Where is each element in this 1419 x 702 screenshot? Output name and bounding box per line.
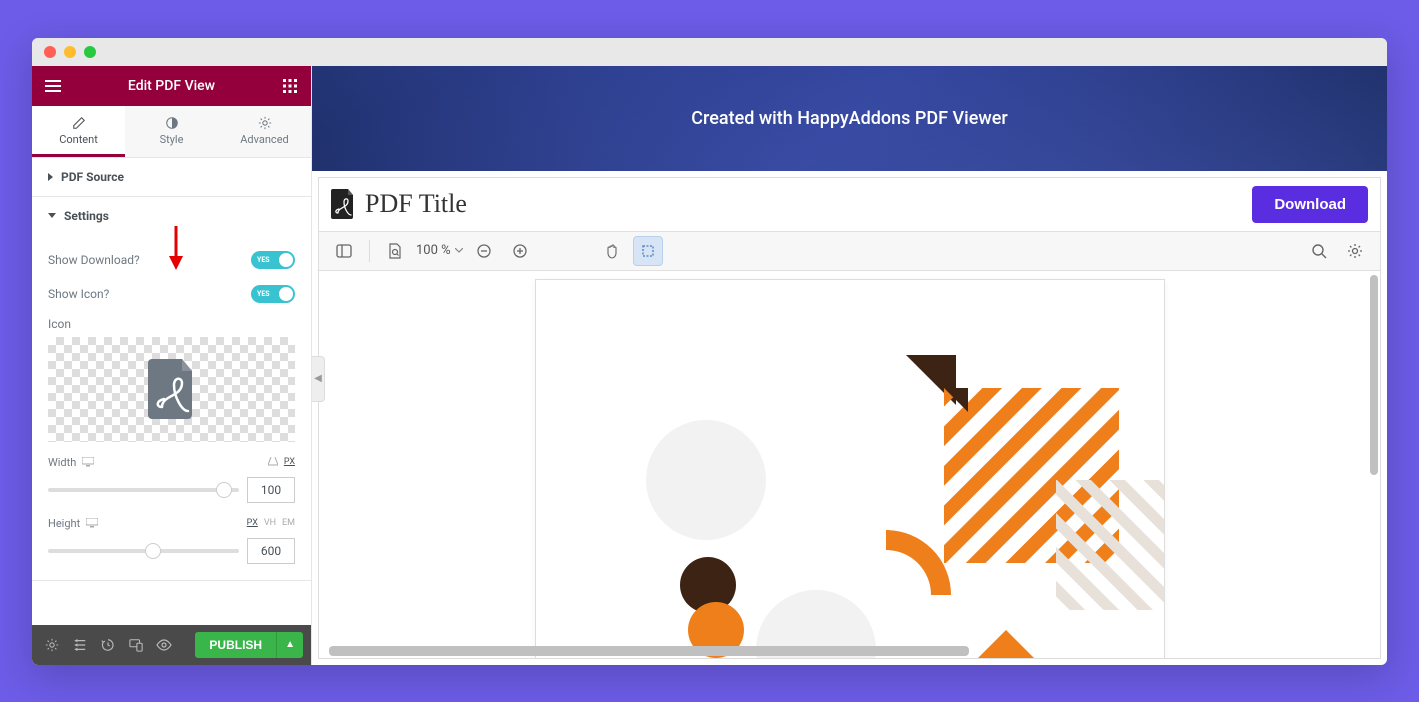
apps-icon[interactable]: [281, 77, 299, 95]
height-unit-vh[interactable]: VH: [264, 518, 276, 528]
icon-preview[interactable]: [48, 337, 295, 442]
pdf-file-icon: [148, 359, 196, 419]
toggle-yes-label: YES: [257, 256, 270, 264]
editor-tabs: Content Style Advanced: [32, 106, 311, 158]
settings-footer-icon[interactable]: [40, 633, 64, 657]
height-value-input[interactable]: 600: [247, 538, 295, 564]
find-page-icon[interactable]: [380, 236, 410, 266]
zoom-value: 100 %: [416, 243, 451, 258]
icon-field-label: Icon: [48, 311, 295, 337]
responsive-footer-icon[interactable]: [124, 633, 148, 657]
show-icon-toggle[interactable]: YES: [251, 285, 295, 303]
width-slider[interactable]: [48, 488, 239, 492]
section-pdf-source-title: PDF Source: [61, 170, 124, 184]
show-icon-label: Show Icon?: [48, 287, 109, 301]
banner-text: Created with HappyAddons PDF Viewer: [691, 108, 1007, 129]
titlebar: [32, 38, 1387, 66]
app-window: Edit PDF View Content Style: [32, 38, 1387, 665]
unit-icon[interactable]: [268, 457, 278, 466]
sidebar-header: Edit PDF View: [32, 66, 311, 106]
sidebar-title: Edit PDF View: [62, 78, 281, 94]
section-settings-header[interactable]: Settings: [32, 197, 311, 235]
pdf-page-area[interactable]: [319, 271, 1380, 658]
preview-footer-icon[interactable]: [152, 633, 176, 657]
menu-icon[interactable]: [44, 77, 62, 95]
section-pdf-source: PDF Source: [32, 158, 311, 197]
tab-content[interactable]: Content: [32, 106, 125, 157]
gear-icon: [258, 116, 272, 130]
navigator-footer-icon[interactable]: [68, 633, 92, 657]
pencil-icon: [72, 116, 86, 130]
hand-tool-icon[interactable]: [597, 236, 627, 266]
preview-area: ◀ Created with HappyAddons PDF Viewer PD…: [312, 66, 1387, 665]
maximize-window-button[interactable]: [84, 46, 96, 58]
select-tool-icon[interactable]: [633, 236, 663, 266]
zoom-out-icon[interactable]: [469, 236, 499, 266]
pdf-title: PDF Title: [365, 189, 467, 219]
section-pdf-source-header[interactable]: PDF Source: [32, 158, 311, 196]
tab-advanced[interactable]: Advanced: [218, 106, 311, 157]
height-unit-em[interactable]: EM: [282, 518, 295, 528]
toggle-yes-label-2: YES: [257, 290, 270, 298]
zoom-dropdown[interactable]: 100 %: [416, 243, 463, 258]
chevron-down-icon: [455, 248, 463, 253]
search-icon[interactable]: [1304, 236, 1334, 266]
section-settings: Settings Show Download? YES Show Icon? Y…: [32, 197, 311, 581]
minimize-window-button[interactable]: [64, 46, 76, 58]
tab-style-label: Style: [160, 133, 184, 146]
pdf-title-icon: [331, 189, 355, 219]
desktop-icon-2[interactable]: [86, 518, 98, 528]
preview-banner: Created with HappyAddons PDF Viewer: [312, 66, 1387, 171]
style-icon: [165, 116, 179, 130]
sidebar-toggle-icon[interactable]: [329, 236, 359, 266]
width-value-input[interactable]: 100: [247, 477, 295, 503]
collapse-sidebar-handle[interactable]: ◀: [312, 356, 325, 402]
height-label: Height: [48, 517, 80, 530]
tab-content-label: Content: [59, 133, 98, 146]
publish-button[interactable]: PUBLISH: [195, 632, 276, 658]
zoom-in-icon[interactable]: [505, 236, 535, 266]
width-unit-px[interactable]: PX: [284, 457, 295, 467]
pdf-widget: PDF Title Download 100 %: [318, 177, 1381, 659]
pdf-toolbar: 100 %: [319, 231, 1380, 271]
width-label: Width: [48, 456, 76, 469]
desktop-icon[interactable]: [82, 457, 94, 467]
close-window-button[interactable]: [44, 46, 56, 58]
show-download-label: Show Download?: [48, 253, 140, 267]
caret-right-icon: [48, 173, 53, 181]
toolbar-settings-icon[interactable]: [1340, 236, 1370, 266]
height-unit-px[interactable]: PX: [247, 518, 258, 528]
section-settings-title: Settings: [64, 209, 109, 223]
tab-style[interactable]: Style: [125, 106, 218, 157]
pdf-page: [535, 279, 1165, 658]
editor-sidebar: Edit PDF View Content Style: [32, 66, 312, 665]
show-download-toggle[interactable]: YES: [251, 251, 295, 269]
tab-advanced-label: Advanced: [240, 133, 288, 146]
download-button[interactable]: Download: [1252, 186, 1368, 223]
sidebar-footer: PUBLISH ▲: [32, 625, 311, 665]
publish-options-button[interactable]: ▲: [276, 632, 303, 658]
pdf-horizontal-scrollbar[interactable]: [329, 646, 969, 656]
height-slider[interactable]: [48, 549, 239, 553]
history-footer-icon[interactable]: [96, 633, 120, 657]
pdf-vertical-scrollbar[interactable]: [1370, 275, 1378, 475]
caret-down-icon: [48, 213, 56, 218]
